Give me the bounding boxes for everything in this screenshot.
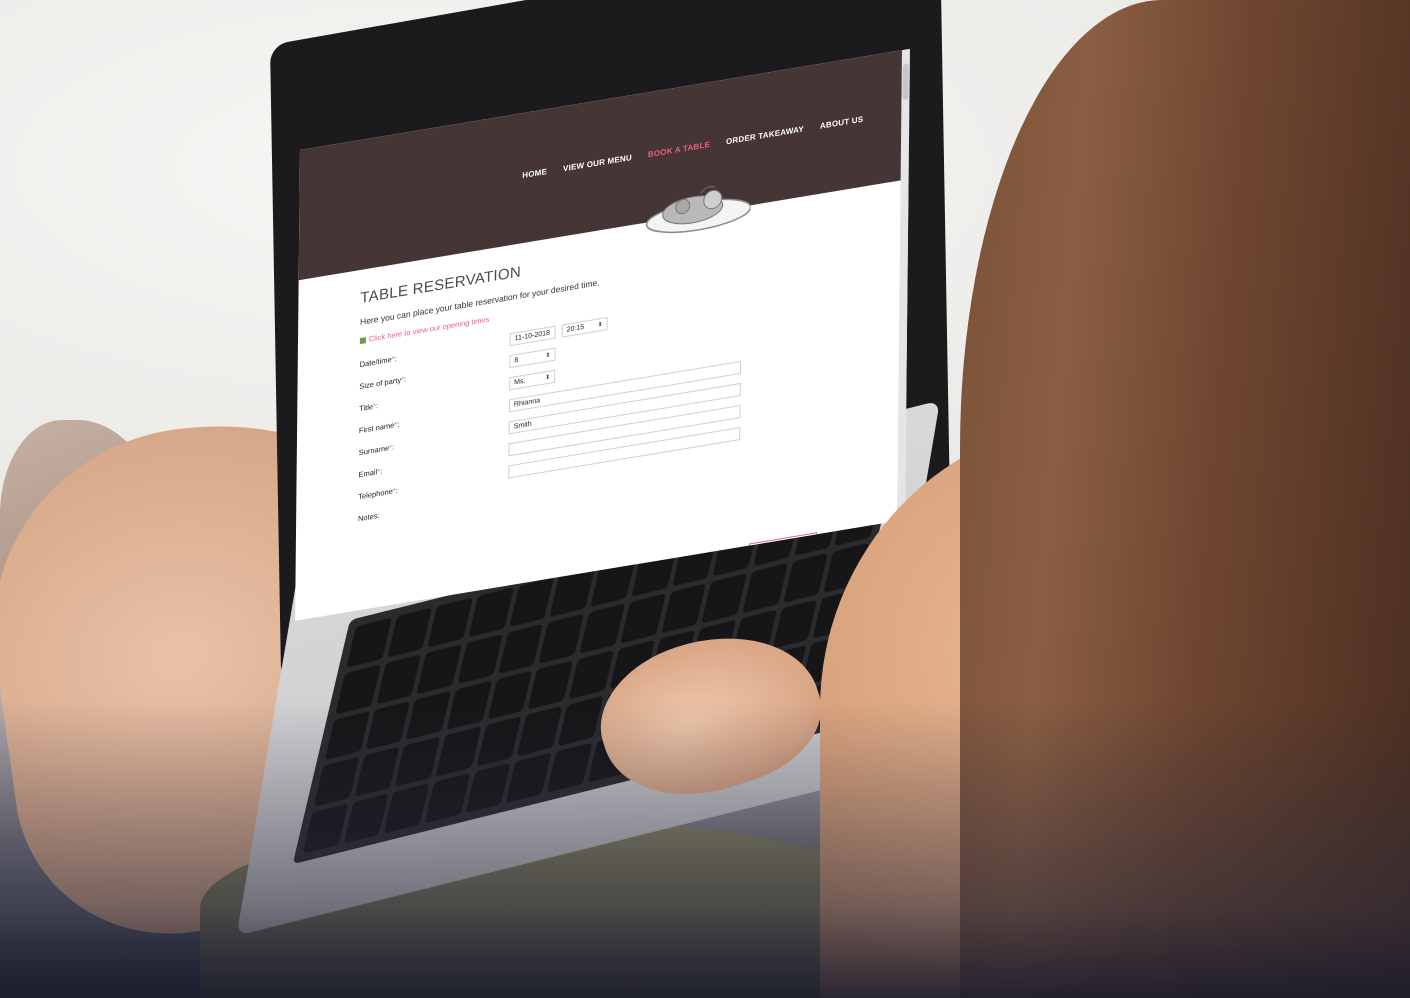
stepper-icon: ⬍ — [545, 374, 551, 381]
keyboard-key — [376, 653, 422, 705]
nav-view-our-menu[interactable]: VIEW OUR MENU — [563, 153, 632, 173]
bottom-vignette — [0, 700, 1410, 998]
scroll-thumb[interactable] — [902, 63, 909, 101]
nav-about-us[interactable]: ABOUT US — [820, 115, 863, 131]
keyboard-key — [346, 617, 392, 668]
keyboard-key — [457, 633, 503, 684]
reservation-content: TABLE RESERVATION Here you can place you… — [358, 214, 820, 570]
keyboard-key — [772, 599, 818, 650]
nav-order-takeaway[interactable]: ORDER TAKEAWAY — [726, 124, 804, 146]
keyboard-key — [387, 607, 433, 658]
keyboard-key — [568, 649, 615, 700]
keyboard-key — [579, 603, 625, 654]
keyboard-key — [498, 623, 544, 674]
keyboard-key — [742, 562, 788, 613]
main-nav: HOME VIEW OUR MENU BOOK A TABLE ORDER TA… — [522, 115, 863, 181]
keyboard-key — [701, 572, 748, 623]
keyboard-key — [468, 587, 514, 638]
calendar-icon — [359, 336, 366, 344]
keyboard-key — [427, 597, 474, 648]
keyboard-key — [416, 643, 463, 694]
nav-home[interactable]: HOME — [522, 167, 547, 180]
keyboard-key — [660, 582, 707, 634]
stepper-icon: ⬍ — [597, 321, 603, 329]
keyboard-key — [620, 593, 666, 644]
nav-book-a-table[interactable]: BOOK A TABLE — [648, 140, 710, 159]
keyboard-key — [783, 552, 829, 603]
keyboard-key — [509, 577, 555, 628]
stepper-icon: ⬍ — [545, 351, 551, 359]
keyboard-key — [538, 613, 585, 664]
